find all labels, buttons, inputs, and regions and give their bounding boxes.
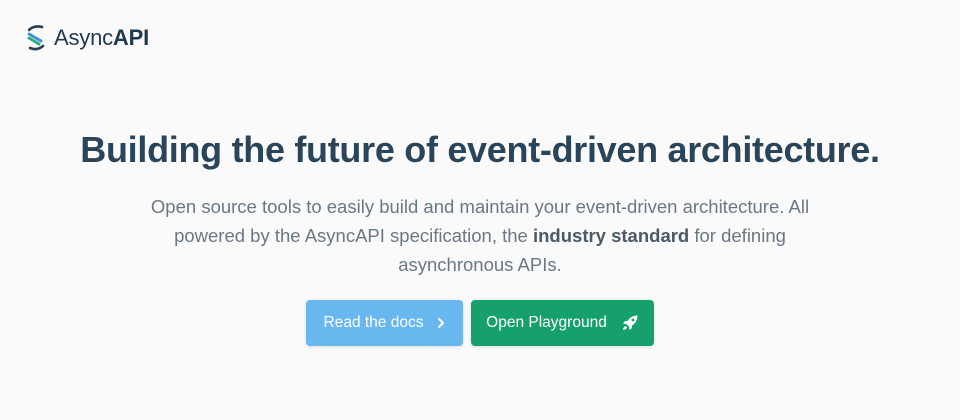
hero-section: Building the future of event-driven arch… (0, 128, 960, 279)
chevron-right-icon (438, 318, 445, 328)
brand-name-prefix: Async (54, 25, 113, 50)
brand-name-suffix: API (112, 25, 149, 50)
rocket-icon (622, 315, 638, 330)
open-playground-label: Open Playground (486, 314, 607, 331)
page: AsyncAPI Building the future of event-dr… (0, 0, 960, 420)
hero-subtitle-emphasis: industry standard (532, 225, 690, 246)
hero-actions: Read the docs Open Playground (0, 300, 960, 346)
asyncapi-logo-icon (27, 25, 45, 51)
hero-headline: Building the future of event-driven arch… (80, 129, 880, 170)
read-docs-label: Read the docs (323, 314, 424, 331)
open-playground-button[interactable]: Open Playground (471, 300, 654, 346)
hero-subtitle: Open source tools to easily build and ma… (130, 192, 830, 279)
brand-name: AsyncAPI (54, 23, 149, 53)
brand-logo-link[interactable]: AsyncAPI (24, 23, 149, 53)
read-docs-button[interactable]: Read the docs (306, 300, 463, 346)
